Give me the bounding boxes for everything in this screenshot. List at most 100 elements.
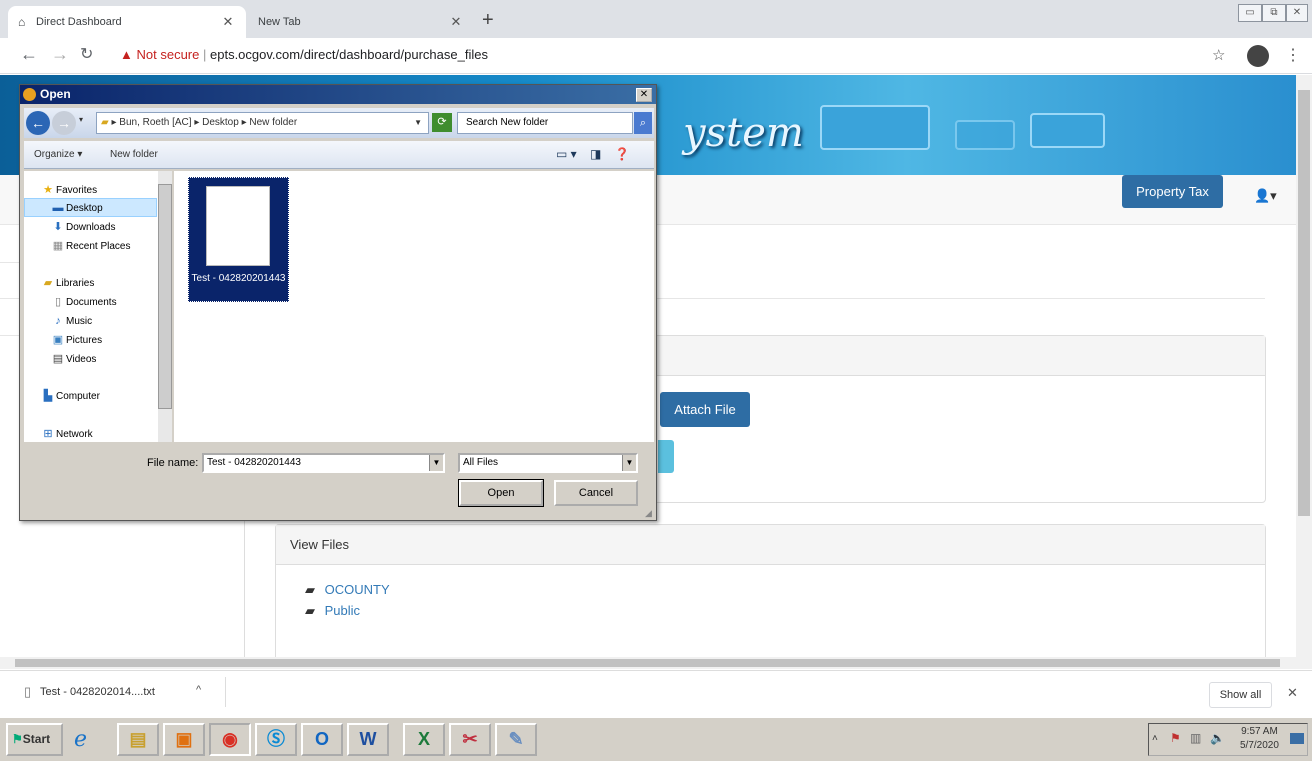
screen-graphic [955,120,1015,150]
star-icon[interactable]: ☆ [1212,46,1225,64]
clock[interactable]: 9:57 AM 5/7/2020 [1240,725,1279,753]
breadcrumb[interactable]: ▰ ▸ Bun, Roeth [AC] ▸ Desktop ▸ New fold… [96,112,429,134]
start-button[interactable]: ⚑Start [6,723,63,756]
folder-name: Public [324,603,361,618]
star-icon: ★ [43,184,53,196]
nav-item-music[interactable]: ♪ Music [50,314,92,329]
warning-icon: ▲ [120,47,133,62]
excel-icon[interactable]: X [403,723,445,756]
new-folder-button[interactable]: New folder [110,149,158,160]
nav-item-favorites[interactable]: ★ Favorites [40,183,97,198]
help-icon[interactable]: ❓ [615,147,630,161]
file-name-value: Test - 042820201443 [207,457,301,468]
flag-icon[interactable]: ⚑ [1170,731,1181,745]
clock-time: 9:57 AM [1241,726,1278,737]
open-button[interactable]: Open [458,479,544,507]
skype-icon[interactable]: Ⓢ [255,723,297,756]
tab-new-tab[interactable]: New Tab ✕ [246,6,476,38]
dialog-title-bar[interactable]: Open [20,85,656,104]
nav-scroll-thumb[interactable] [158,184,172,409]
back-icon[interactable]: ← [26,111,50,135]
resize-grip-icon[interactable]: ◢ [645,508,652,519]
file-explorer-icon[interactable]: ▤ [117,723,159,756]
upload-button[interactable] [658,440,674,473]
chevron-up-icon[interactable]: ^ [196,684,201,696]
folder-name: OCOUNTY [324,582,390,597]
downloads-icon: ⬇ [53,221,63,233]
file-name-field[interactable]: Test - 042820201443 ▼ [202,453,445,473]
folder-link-ocounty[interactable]: ▰ OCOUNTY [305,582,390,598]
user-menu-icon[interactable]: 👤▾ [1254,188,1277,204]
view-icon[interactable]: ▭ [556,147,567,161]
chevron-down-icon[interactable]: ▼ [414,113,422,133]
search-input[interactable]: Search New folder [457,112,633,134]
close-window-button[interactable]: ✕ [1286,4,1308,22]
history-dropdown-icon[interactable]: ▾ [79,115,83,124]
menu-dots-icon[interactable]: ⋮ [1285,45,1301,65]
show-desktop-icon[interactable] [1290,733,1304,744]
dialog-close-button[interactable]: ✕ [636,88,652,102]
profile-avatar[interactable] [1247,45,1269,67]
documents-icon: ▯ [54,296,62,308]
url-text: epts.ocgov.com/direct/dashboard/purchase… [210,47,488,62]
search-icon[interactable]: ⌕ [634,112,652,134]
attach-file-button[interactable]: Attach File [660,392,750,427]
horizontal-scroll-thumb[interactable] [15,659,1280,667]
laptop-graphic [820,105,930,150]
close-tab-icon[interactable]: ✕ [448,14,464,30]
nav-item-libraries[interactable]: ▰ Libraries [40,276,95,291]
cancel-button[interactable]: Cancel [554,480,638,506]
tray-expand-icon[interactable]: ˄ [1152,733,1158,744]
chevron-down-icon[interactable]: ▼ [622,455,636,471]
tab-direct-dashboard[interactable]: ⌂ Direct Dashboard ✕ [8,6,246,38]
snipping-tool-icon[interactable]: ✂ [449,723,491,756]
nav-item-pictures[interactable]: ▣ Pictures [50,333,102,348]
tab-title: New Tab [258,16,301,28]
nav-item-videos[interactable]: ▤ Videos [50,352,97,367]
maximize-button[interactable]: ⧉ [1262,4,1286,22]
folder-link-public[interactable]: ▰ Public [305,603,360,619]
view-options[interactable]: ▭ ▾ ◨ ❓ [556,147,630,161]
volume-icon[interactable]: 🔈 [1210,731,1225,745]
view-files-heading: View Files [276,525,1265,565]
music-icon: ♪ [55,315,61,327]
outlook-icon[interactable]: O [301,723,343,756]
nav-item-network[interactable]: ⊞ Network [40,427,92,442]
refresh-icon[interactable]: ⟳ [432,113,452,132]
organize-button[interactable]: Organize ▾ [34,149,82,160]
nav-item-computer[interactable]: ▙ Computer [40,389,100,404]
word-icon[interactable]: W [347,723,389,756]
new-tab-button[interactable]: + [482,9,494,32]
close-tab-icon[interactable]: ✕ [220,14,236,30]
vertical-scroll-thumb[interactable] [1298,90,1310,516]
nav-item-desktop[interactable]: ▬ Desktop [50,201,103,216]
chrome-icon[interactable]: ◉ [209,723,251,756]
reload-icon[interactable]: ↻ [80,44,93,64]
file-name-label: File name: [147,457,199,469]
network-icon: ⊞ [43,428,53,440]
videos-icon: ▤ [52,353,64,365]
close-icon[interactable]: ✕ [1287,685,1298,701]
nav-item-downloads[interactable]: ⬇ Downloads [50,220,115,235]
network-icon[interactable]: ▥ [1190,731,1201,745]
media-player-icon[interactable]: ▣ [163,723,205,756]
internet-explorer-icon[interactable]: ℯ [74,726,87,752]
forward-icon[interactable]: → [52,111,76,135]
not-secure-label: Not secure [136,47,200,62]
url-field[interactable]: ▲ Not secure | epts.ocgov.com/direct/das… [120,47,488,62]
chevron-down-icon[interactable]: ▼ [429,455,443,471]
dialog-title: Open [40,87,71,101]
minimize-button[interactable]: ▭ [1238,4,1262,22]
nav-item-documents[interactable]: ▯ Documents [50,295,117,310]
chrome-small-icon [23,88,36,101]
nav-item-recent-places[interactable]: ▦ Recent Places [50,239,131,254]
paint-icon[interactable]: ✎ [495,723,537,756]
download-item[interactable]: Test - 0428202014....txt [40,686,155,698]
show-all-button[interactable]: Show all [1209,682,1272,708]
forward-arrow-icon[interactable]: → [51,44,69,65]
folder-icon: ▰ [305,582,315,597]
back-arrow-icon[interactable]: ← [20,44,38,65]
preview-pane-icon[interactable]: ◨ [590,147,601,161]
property-tax-button[interactable]: Property Tax [1122,175,1223,208]
file-type-select[interactable]: All Files ▼ [458,453,638,473]
